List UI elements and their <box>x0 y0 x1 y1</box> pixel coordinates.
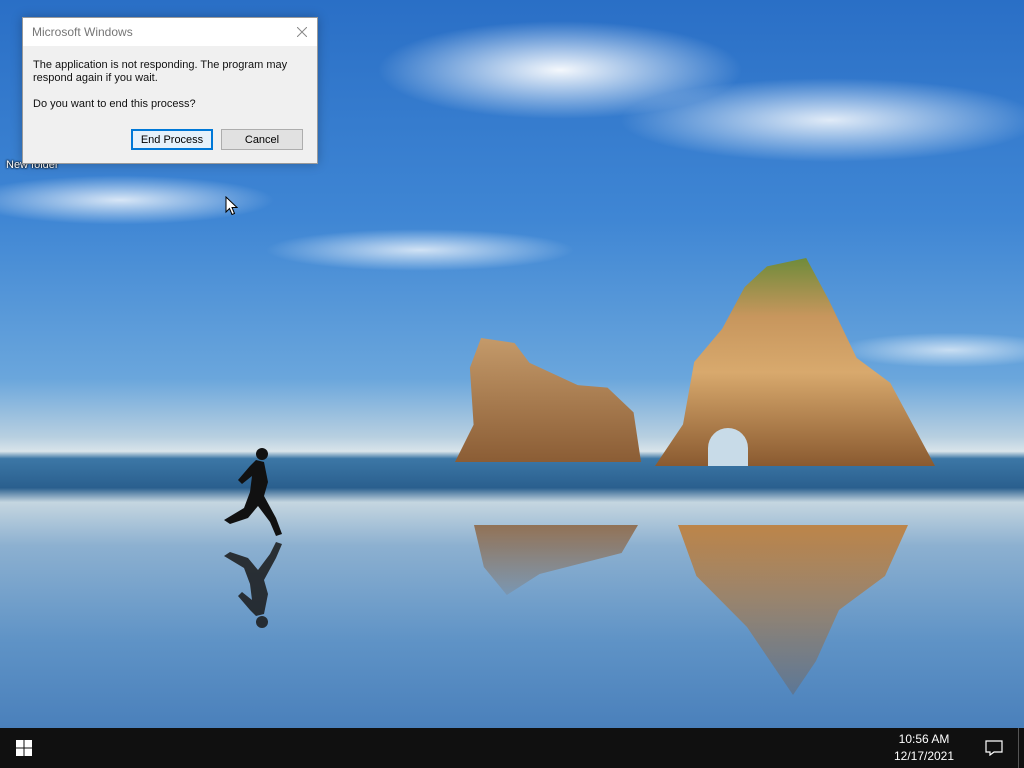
rock-right <box>655 258 935 466</box>
dialog-question: Do you want to end this process? <box>33 98 196 110</box>
dialog-message: The application is not responding. The p… <box>33 59 288 84</box>
runner-silhouette <box>224 448 282 536</box>
mouse-cursor-icon <box>225 196 238 216</box>
action-center-icon <box>985 740 1003 756</box>
taskbar: 10:56 AM 12/17/2021 <box>0 728 1024 768</box>
rock-arch <box>708 428 748 466</box>
clock-date: 12/17/2021 <box>893 749 955 763</box>
cancel-button[interactable]: Cancel <box>221 129 303 150</box>
dialog-body: The application is not responding. The p… <box>23 46 317 111</box>
show-desktop-button[interactable] <box>1018 728 1024 768</box>
windows-logo-icon <box>16 740 32 756</box>
dialog-titlebar[interactable]: Microsoft Windows <box>23 18 317 46</box>
rock-left <box>455 338 641 462</box>
rock-left-reflection <box>474 525 638 595</box>
not-responding-dialog: Microsoft Windows The application is not… <box>22 17 318 164</box>
dialog-button-row: End Process Cancel <box>23 129 317 152</box>
dialog-title: Microsoft Windows <box>32 25 133 39</box>
runner-reflection <box>224 542 282 628</box>
start-button[interactable] <box>0 728 48 768</box>
taskbar-clock[interactable]: 10:56 AM 12/17/2021 <box>884 731 964 765</box>
close-icon[interactable] <box>287 18 317 46</box>
rock-right-reflection <box>678 525 908 695</box>
action-center-button[interactable] <box>974 728 1014 768</box>
end-process-button[interactable]: End Process <box>131 129 213 150</box>
clock-time: 10:56 AM <box>898 732 950 746</box>
